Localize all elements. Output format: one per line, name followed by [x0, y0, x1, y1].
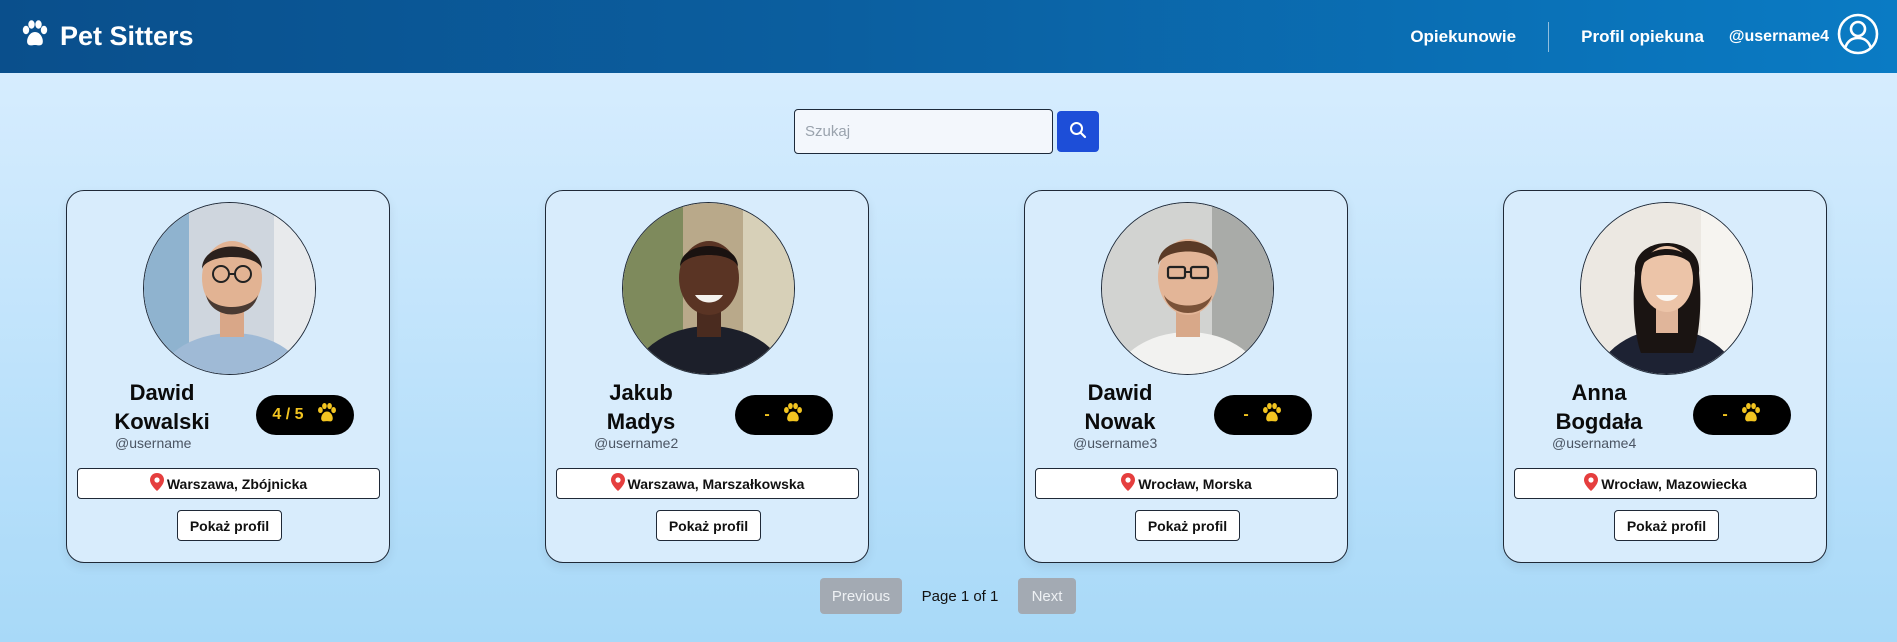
rating-badge: -: [735, 395, 833, 435]
paw-rating-icon: [1740, 402, 1762, 429]
show-profile-button[interactable]: Pokaż profil: [177, 510, 282, 541]
sitter-handle: @username4: [1552, 435, 1637, 451]
location-pin-icon: [149, 473, 164, 494]
location-box: Wrocław, Mazowiecka: [1514, 468, 1817, 499]
sitter-last-name: Bogdała: [1555, 409, 1643, 434]
sitter-last-name: Kowalski: [114, 409, 210, 434]
sitter-handle: @username: [115, 435, 192, 451]
sitter-name: Dawid Kowalski: [87, 378, 237, 436]
sitter-card: Dawid Kowalski @username 4 / 5 Warszawa,…: [66, 190, 390, 563]
rating-badge: -: [1693, 395, 1791, 435]
sitter-name: Anna Bogdała: [1524, 378, 1674, 436]
nav-divider: [1548, 21, 1550, 52]
rating-badge: 4 / 5: [256, 395, 354, 435]
paw-rating-icon: [1261, 402, 1283, 429]
sitter-handle: @username2: [594, 435, 679, 451]
search-bar: [794, 109, 1099, 154]
sitter-card: Anna Bogdała @username4 - Wrocław, Mazow…: [1503, 190, 1827, 563]
location-box: Warszawa, Zbójnicka: [77, 468, 380, 499]
location-box: Warszawa, Marszałkowska: [556, 468, 859, 499]
brand-name[interactable]: Pet Sitters: [60, 21, 194, 52]
location-text: Warszawa, Marszałkowska: [627, 475, 805, 492]
location-pin-icon: [610, 473, 625, 494]
rating-badge: -: [1214, 395, 1312, 435]
user-menu[interactable]: @username4: [1729, 13, 1879, 60]
location-text: Wrocław, Morska: [1138, 475, 1252, 492]
sitter-photo: [1580, 202, 1753, 375]
sitter-handle: @username3: [1073, 435, 1158, 451]
paw-logo-icon: [20, 19, 50, 54]
search-icon: [1069, 121, 1087, 142]
nav-username[interactable]: @username4: [1729, 28, 1829, 46]
paw-rating-icon: [316, 402, 338, 429]
sitter-name: Dawid Nowak: [1045, 378, 1195, 436]
page-indicator: Page 1 of 1: [921, 587, 999, 605]
sitter-first-name: Jakub: [609, 380, 673, 405]
sitter-first-name: Dawid: [1087, 380, 1153, 405]
sitter-name: Jakub Madys: [566, 378, 716, 436]
rating-value: 4 / 5: [272, 406, 304, 423]
pagination: Previous Page 1 of 1 Next: [820, 578, 1076, 614]
nav-link-opiekunowie[interactable]: Opiekunowie: [1410, 27, 1516, 47]
user-avatar-icon[interactable]: [1837, 13, 1879, 60]
previous-page-button[interactable]: Previous: [820, 578, 902, 614]
sitter-first-name: Dawid: [129, 380, 195, 405]
sitter-photo: [143, 202, 316, 375]
show-profile-button[interactable]: Pokaż profil: [1614, 510, 1719, 541]
nav-link-profil-opiekuna[interactable]: Profil opiekuna: [1581, 27, 1704, 47]
location-text: Warszawa, Zbójnicka: [166, 475, 308, 492]
sitter-first-name: Anna: [1571, 380, 1627, 405]
brand[interactable]: Pet Sitters: [20, 19, 194, 54]
search-button[interactable]: [1057, 111, 1099, 152]
rating-value: -: [1243, 406, 1249, 423]
show-profile-button[interactable]: Pokaż profil: [1135, 510, 1240, 541]
rating-value: -: [764, 406, 770, 423]
show-profile-button[interactable]: Pokaż profil: [656, 510, 761, 541]
sitter-photo: [622, 202, 795, 375]
location-box: Wrocław, Morska: [1035, 468, 1338, 499]
nav-links: Opiekunowie Profil opiekuna @username4: [1410, 0, 1879, 73]
location-text: Wrocław, Mazowiecka: [1601, 475, 1747, 492]
location-pin-icon: [1584, 473, 1599, 494]
location-pin-icon: [1121, 473, 1136, 494]
next-page-button[interactable]: Next: [1018, 578, 1076, 614]
sitter-last-name: Madys: [606, 409, 676, 434]
paw-rating-icon: [782, 402, 804, 429]
rating-value: -: [1722, 406, 1728, 423]
sitter-photo: [1101, 202, 1274, 375]
navbar: Pet Sitters Opiekunowie Profil opiekuna …: [0, 0, 1897, 73]
sitter-card: Jakub Madys @username2 - Warszawa, Marsz…: [545, 190, 869, 563]
sitter-card: Dawid Nowak @username3 - Wrocław, Morska…: [1024, 190, 1348, 563]
sitter-last-name: Nowak: [1084, 409, 1156, 434]
search-input[interactable]: [794, 109, 1053, 154]
